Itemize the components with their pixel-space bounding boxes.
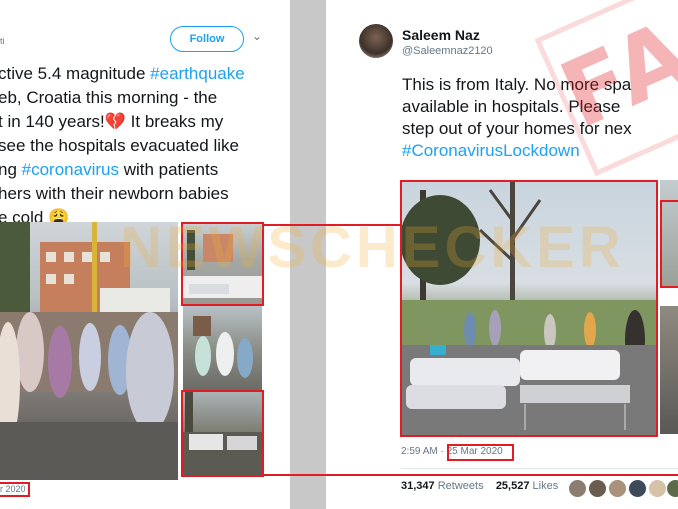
tweet-text-line: ctive 5.4 magnitude #earthquake bbox=[0, 62, 290, 86]
newschecker-watermark: NEWSCHECKER bbox=[120, 215, 625, 280]
retweet-count[interactable]: 31,347 bbox=[401, 480, 435, 492]
tweet-text-segment: see the hospitals evacuated like bbox=[0, 136, 239, 155]
tweet-text-segment: with patients bbox=[118, 160, 219, 179]
divider bbox=[401, 468, 678, 469]
tweet-text-line: ng #coronavirus with patients bbox=[0, 158, 290, 182]
liker-avatar[interactable] bbox=[648, 479, 667, 498]
like-count[interactable]: 25,527 bbox=[496, 480, 530, 492]
highlight-box-date-right bbox=[447, 444, 514, 461]
tweet-text-segment: It breaks my bbox=[125, 112, 224, 131]
user-handle[interactable]: @Saleemnaz2120 bbox=[402, 45, 493, 57]
tweet-text-segment: ng bbox=[0, 160, 22, 179]
like-label[interactable]: Likes bbox=[533, 480, 559, 492]
tweet-text-segment: hers with their newborn babies bbox=[0, 184, 229, 203]
tweet-text-line: hers with their newborn babies bbox=[0, 182, 290, 206]
connector-line-bottom bbox=[264, 474, 678, 476]
tweet-text-line: see the hospitals evacuated like bbox=[0, 134, 290, 158]
highlight-box-photo-4 bbox=[181, 390, 264, 477]
tweet-text: ctive 5.4 magnitude #earthquake eb, Croat… bbox=[0, 62, 290, 230]
liker-avatar[interactable] bbox=[588, 479, 607, 498]
highlight-box-date-left bbox=[0, 482, 30, 497]
follow-button[interactable]: Follow bbox=[170, 26, 244, 52]
tweet-text-segment: eb, Croatia this morning - the bbox=[0, 88, 218, 107]
chevron-down-icon[interactable]: ⌄ bbox=[252, 29, 262, 43]
avatar[interactable] bbox=[359, 24, 393, 58]
liker-avatar[interactable] bbox=[568, 479, 587, 498]
tweet-text-segment: t in 140 years! bbox=[0, 112, 105, 131]
liker-avatar[interactable] bbox=[608, 479, 627, 498]
tweet-photo-3[interactable] bbox=[183, 306, 262, 390]
liker-avatar[interactable] bbox=[666, 479, 678, 498]
highlight-box-side-photo bbox=[660, 200, 678, 288]
hashtag-link[interactable]: #CoronavirusLockdown bbox=[402, 141, 580, 160]
tweet-text-line: t in 140 years!💔 It breaks my bbox=[0, 110, 290, 134]
tweet-time[interactable]: 2:59 AM bbox=[401, 446, 438, 457]
tweet-text-segment: ctive 5.4 magnitude bbox=[0, 64, 151, 83]
liker-avatar[interactable] bbox=[628, 479, 647, 498]
user-name[interactable]: Saleem Naz bbox=[402, 27, 480, 43]
hashtag-link[interactable]: #earthquake bbox=[150, 64, 245, 83]
tweet-text-segment: 💔 bbox=[104, 112, 126, 131]
engagement-stats: 31,347 Retweets 25,527 Likes bbox=[401, 480, 558, 492]
user-handle-fragment[interactable]: ti bbox=[0, 36, 5, 46]
tweet-text-line: eb, Croatia this morning - the bbox=[0, 86, 290, 110]
nurses-scene bbox=[193, 316, 253, 378]
retweet-label[interactable]: Retweets bbox=[438, 480, 484, 492]
tweet-photo-side-2[interactable] bbox=[660, 306, 678, 434]
hashtag-link[interactable]: #coronavirus bbox=[22, 160, 119, 179]
